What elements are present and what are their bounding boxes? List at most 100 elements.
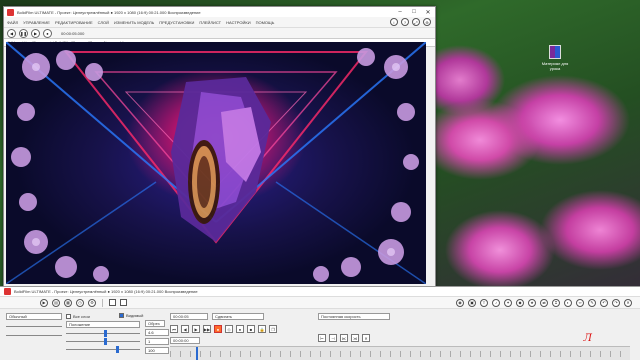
menu-edit[interactable]: РЕДАКТИРОВАНИЕ xyxy=(55,20,93,25)
easing-controls: Постоянная скорость ⊢ ⊣ ⋉ ⋊ ✕ xyxy=(318,312,568,343)
editor-title: BolidFilm ULTIMATE - Проект: Целеустремл… xyxy=(14,289,198,294)
speed-select[interactable]: Постоянная скорость xyxy=(318,313,390,320)
crop-icon[interactable]: ⌗ xyxy=(552,298,560,307)
move-mode-select[interactable]: Сдвигать xyxy=(212,313,264,320)
brush-icon[interactable]: ✎ xyxy=(588,298,596,307)
crop-label: Обрез xyxy=(145,320,165,327)
align-center-icon[interactable]: ⊣ xyxy=(329,334,337,342)
numeric-column: Видимый Обрез 4.6 1 100 xyxy=(119,312,169,356)
desktop-shortcut[interactable]: Материал для урока xyxy=(538,45,572,71)
image-icon[interactable]: ▣ xyxy=(468,298,476,307)
ease-in-icon[interactable]: ⋉ xyxy=(340,334,348,342)
rewind-icon[interactable]: ◀ xyxy=(7,28,16,38)
help-icon[interactable]: ? xyxy=(401,18,409,26)
forward-icon[interactable]: ▶ xyxy=(31,28,40,38)
delete-icon[interactable]: ✕ xyxy=(624,298,632,307)
align-left-icon[interactable]: ⊢ xyxy=(318,334,326,342)
step-forward-icon[interactable]: ▶▶ xyxy=(203,325,211,333)
clock-icon[interactable]: ◷ xyxy=(76,298,84,307)
record-icon[interactable]: ● xyxy=(214,325,222,333)
rotate-slider[interactable] xyxy=(66,346,140,353)
star-icon[interactable]: ★ xyxy=(528,298,536,307)
menu-control[interactable]: УПРАВЛЕНИЕ xyxy=(23,20,50,25)
all-layers-label: Все слои xyxy=(73,313,90,319)
title-bar[interactable]: BolidFilm ULTIMATE - Проект: Целеустремл… xyxy=(4,7,435,17)
brand-logo: Л xyxy=(583,333,592,344)
pause-icon[interactable]: ❚❚ xyxy=(19,28,28,38)
redo-icon[interactable]: ↷ xyxy=(612,298,620,307)
timeline-ticks xyxy=(170,351,630,357)
mask-icon[interactable]: ◐ xyxy=(564,298,572,307)
position-slider[interactable] xyxy=(66,330,140,337)
editor-body: Обычный Все слои Положение Видимый Обрез… xyxy=(0,309,640,360)
current-time-field[interactable]: 00:00:05 xyxy=(170,313,208,320)
window-title: BolidFilm ULTIMATE - Проект: Целеустремл… xyxy=(17,9,201,15)
opacity-slider[interactable] xyxy=(6,323,62,330)
lock-icon[interactable]: 🔒 xyxy=(258,325,266,333)
close-button[interactable]: ✕ xyxy=(421,7,435,17)
maximize-button[interactable]: □ xyxy=(407,7,421,17)
playhead[interactable] xyxy=(196,347,198,360)
transport-bar: ◀ ❚❚ ▶ ● 00:00:05.000 xyxy=(4,28,435,39)
video-preview[interactable] xyxy=(6,42,426,284)
layers-icon[interactable]: ▤ xyxy=(52,298,60,307)
playback-time: 00:00:05.000 xyxy=(61,30,85,36)
camera-icon[interactable]: ◉ xyxy=(456,298,464,307)
music-icon[interactable]: ♪ xyxy=(492,298,500,307)
folder-icon[interactable] xyxy=(109,299,116,306)
menu-bar: ФАЙЛ УПРАВЛЕНИЕ РЕДАКТИРОВАНИЕ СЛОЙ ИЗМЕ… xyxy=(4,17,435,28)
property-select[interactable]: Положение xyxy=(66,321,140,328)
dot-icon[interactable]: ● xyxy=(236,325,244,333)
menu-presets[interactable]: ПРЕДУСТАНОВКИ xyxy=(159,20,194,25)
file-icon xyxy=(549,45,561,59)
value-input-1[interactable]: 4.6 xyxy=(145,329,169,336)
copy-icon[interactable]: ❐ xyxy=(269,325,277,333)
app-logo-icon xyxy=(4,288,11,295)
app-logo-icon xyxy=(7,8,14,16)
play-icon[interactable]: ▶ xyxy=(192,325,200,333)
start-time-field[interactable]: 00:00:00 xyxy=(170,337,200,344)
visible-checkbox[interactable]: Видимый xyxy=(119,311,169,319)
scale-slider[interactable] xyxy=(66,338,140,345)
grid-icon[interactable]: ▦ xyxy=(64,298,72,307)
blend-mode-select[interactable]: Обычный xyxy=(6,313,62,320)
value-input-3[interactable]: 100 xyxy=(145,347,169,354)
menu-playlist[interactable]: ПЛЕЙЛИСТ xyxy=(199,20,221,25)
save-icon[interactable] xyxy=(120,299,127,306)
desktop-shortcut-label: Материал для урока xyxy=(541,61,569,71)
toolbar-divider xyxy=(102,298,103,307)
info-icon[interactable]: i xyxy=(390,18,398,26)
blend-column: Обычный xyxy=(6,312,66,339)
timeline-track[interactable] xyxy=(170,346,630,360)
ease-both-icon[interactable]: ✕ xyxy=(362,334,370,342)
editor-panel: BolidFilm ULTIMATE - Проект: Целеустремл… xyxy=(0,286,640,360)
editor-toolbar: ▶ ▤ ▦ ◷ ⚙ ◉ ▣ T ♪ ✦ ◆ ★ ⇄ ⌗ ◐ ∞ ✎ ↶ ↷ ✕ xyxy=(0,297,640,309)
visible-label: Видимый xyxy=(126,312,144,318)
skip-back-icon[interactable]: ⏮ xyxy=(170,325,178,333)
fullscreen-icon[interactable]: ⤢ xyxy=(412,18,420,26)
menu-model[interactable]: ИЗМЕНИТЬ МОДЕЛЬ xyxy=(114,20,154,25)
undo-icon[interactable]: ↶ xyxy=(600,298,608,307)
link-icon[interactable]: ∞ xyxy=(576,298,584,307)
editor-title-bar: BolidFilm ULTIMATE - Проект: Целеустремл… xyxy=(0,287,640,297)
menu-help[interactable]: ПОМОЩЬ xyxy=(256,20,275,25)
settings-icon[interactable]: ⚙ xyxy=(88,298,96,307)
minimize-button[interactable]: – xyxy=(393,7,407,17)
pin-icon[interactable]: ⊕ xyxy=(423,18,431,26)
blur-slider[interactable] xyxy=(6,332,62,339)
stop-icon[interactable]: ■ xyxy=(247,325,255,333)
play-icon[interactable]: ▶ xyxy=(40,298,48,307)
effect-icon[interactable]: ✦ xyxy=(504,298,512,307)
ease-out-icon[interactable]: ⋊ xyxy=(351,334,359,342)
menu-file[interactable]: ФАЙЛ xyxy=(7,20,18,25)
preview-artwork xyxy=(6,42,426,284)
keyframe-icon[interactable]: ◇ xyxy=(225,325,233,333)
menu-settings[interactable]: НАСТРОЙКИ xyxy=(226,20,250,25)
stop-icon[interactable]: ● xyxy=(43,28,52,38)
value-input-2[interactable]: 1 xyxy=(145,338,169,345)
text-icon[interactable]: T xyxy=(480,298,488,307)
menu-layer[interactable]: СЛОЙ xyxy=(98,20,109,25)
shape-icon[interactable]: ◆ xyxy=(516,298,524,307)
transition-icon[interactable]: ⇄ xyxy=(540,298,548,307)
step-back-icon[interactable]: ◀ xyxy=(181,325,189,333)
